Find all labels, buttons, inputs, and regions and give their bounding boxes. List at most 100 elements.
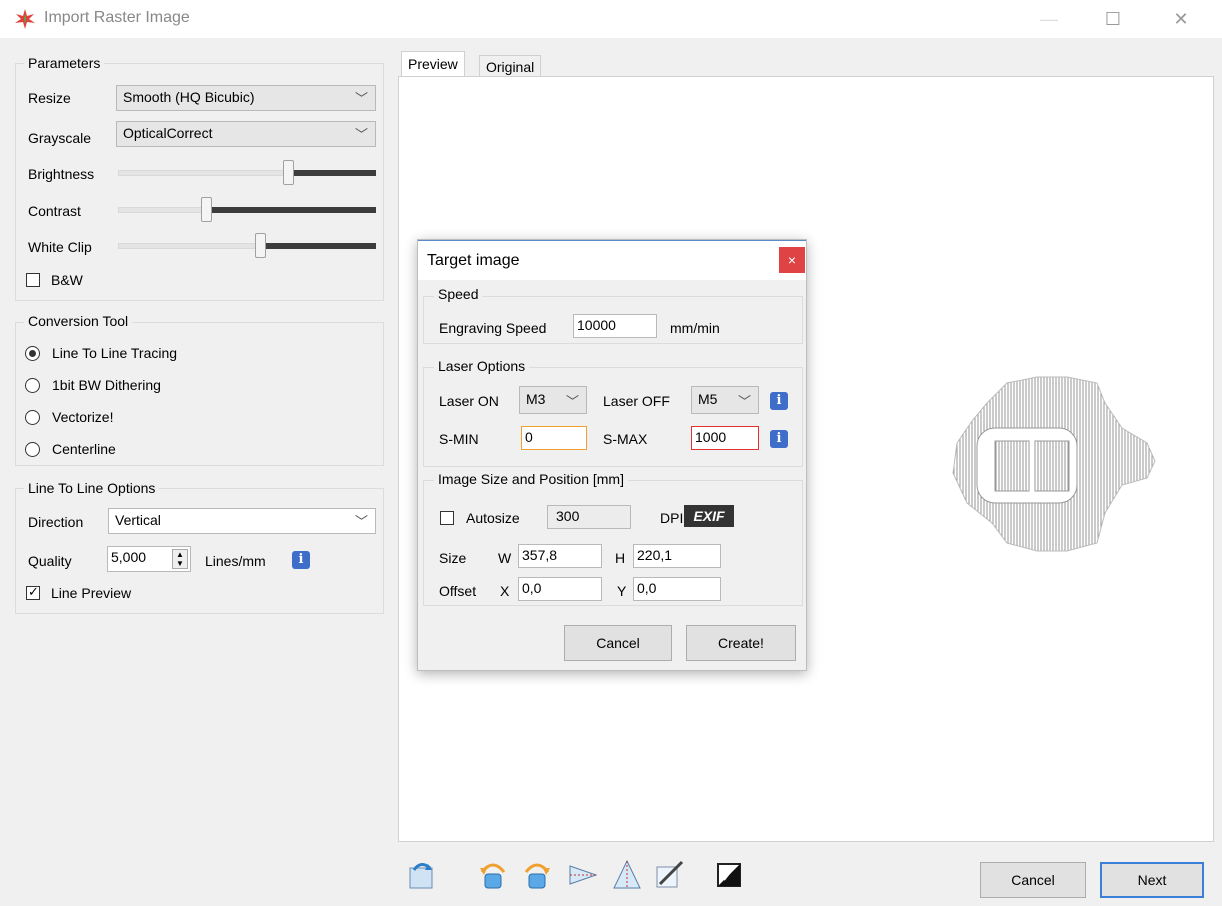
quality-stepper[interactable]: 5,000 ▲ ▼ <box>107 546 191 572</box>
option-line-to-line-label: Line To Line Tracing <box>52 345 178 361</box>
autosize-checkbox[interactable] <box>440 511 454 525</box>
speed-title: Speed <box>434 286 483 302</box>
smin-label: S-MIN <box>439 431 479 447</box>
maximize-button[interactable]: ☐ <box>1090 0 1136 38</box>
invert-icon[interactable] <box>712 858 746 892</box>
bw-label: B&W <box>51 272 83 288</box>
laser-options-title: Laser Options <box>434 358 530 374</box>
target-image-dialog: Target image × Speed Engraving Speed 100… <box>417 239 807 671</box>
contrast-label: Contrast <box>28 203 81 219</box>
dialog-close-button[interactable]: × <box>779 247 805 273</box>
create-button[interactable]: Create! <box>686 625 796 661</box>
option-1bit-dithering-label: 1bit BW Dithering <box>52 377 161 393</box>
minimize-button[interactable]: — <box>1026 0 1072 38</box>
app-logo-icon <box>15 9 35 29</box>
conversion-tool-title: Conversion Tool <box>24 313 133 329</box>
width-input[interactable]: 357,8 <box>518 544 602 568</box>
laser-on-value: M3 <box>526 391 546 407</box>
resize-select[interactable]: Smooth (HQ Bicubic) ﹀ <box>116 85 376 111</box>
laser-on-select[interactable]: M3 ﹀ <box>519 386 587 414</box>
smax-info-icon[interactable]: i <box>770 430 788 448</box>
laser-off-select[interactable]: M5 ﹀ <box>691 386 759 414</box>
close-window-button[interactable]: ✕ <box>1158 0 1204 38</box>
quality-unit: Lines/mm <box>205 553 266 569</box>
offset-x-input[interactable]: 0,0 <box>518 577 602 601</box>
chevron-down-icon: ﹀ <box>354 127 368 142</box>
quality-value: 5,000 <box>111 549 147 565</box>
line-preview-label: Line Preview <box>51 585 132 601</box>
direction-select[interactable]: Vertical ﹀ <box>108 508 376 534</box>
grayscale-select[interactable]: OpticalCorrect ﹀ <box>116 121 376 147</box>
quality-info-icon[interactable]: i <box>292 551 310 569</box>
cancel-button[interactable]: Cancel <box>980 862 1086 898</box>
rotate-cw-icon[interactable] <box>520 858 554 892</box>
image-size-title: Image Size and Position [mm] <box>434 471 628 487</box>
chevron-down-icon: ﹀ <box>737 394 751 409</box>
checkmark-icon: ✓ <box>28 584 39 599</box>
smin-input[interactable]: 0 <box>521 426 587 450</box>
radio-1bit-dithering[interactable] <box>25 378 40 393</box>
direction-label: Direction <box>28 514 84 530</box>
resize-label: Resize <box>28 90 71 106</box>
maximize-icon: ☐ <box>1104 8 1122 29</box>
bw-checkbox[interactable] <box>26 273 40 287</box>
exif-button[interactable]: EXIF <box>684 505 734 527</box>
height-label: H <box>615 550 626 566</box>
contrast-slider[interactable] <box>118 197 376 223</box>
rotate-ccw-icon[interactable] <box>476 858 510 892</box>
quality-label: Quality <box>28 553 72 569</box>
window-title: Import Raster Image <box>44 9 190 26</box>
stepper-arrows-icon[interactable]: ▲ ▼ <box>172 549 188 569</box>
offset-x-label: X <box>500 583 510 599</box>
chevron-down-icon: ﹀ <box>354 514 368 529</box>
radio-line-to-line[interactable] <box>25 346 40 361</box>
line-options-title: Line To Line Options <box>24 480 160 496</box>
brightness-label: Brightness <box>28 166 95 182</box>
whiteclip-slider[interactable] <box>118 233 376 259</box>
laser-off-label: Laser OFF <box>603 393 670 409</box>
minimize-icon: — <box>1040 8 1058 29</box>
option-centerline-label: Centerline <box>52 441 116 457</box>
radio-selected-dot <box>29 350 36 357</box>
chevron-down-icon: ﹀ <box>565 394 579 409</box>
laser-options-group <box>423 367 803 467</box>
offset-y-input[interactable]: 0,0 <box>633 577 721 601</box>
dpi-label: DPI <box>660 510 684 526</box>
engraving-speed-label: Engraving Speed <box>439 320 547 336</box>
tab-original[interactable]: Original <box>479 55 542 77</box>
dialog-title: Target image <box>427 252 520 269</box>
contrast-slider-thumb[interactable] <box>201 197 212 222</box>
radio-centerline[interactable] <box>25 442 40 457</box>
flip-horizontal-icon[interactable] <box>566 858 600 892</box>
resize-value: Smooth (HQ Bicubic) <box>123 89 255 105</box>
grayscale-value: OpticalCorrect <box>123 125 213 141</box>
width-label: W <box>498 550 512 566</box>
chevron-down-icon: ﹀ <box>354 91 368 106</box>
option-vectorize-label: Vectorize! <box>52 409 114 425</box>
parameters-title: Parameters <box>24 55 105 71</box>
engraving-speed-input[interactable]: 10000 <box>573 314 657 338</box>
close-icon: ✕ <box>1173 8 1189 29</box>
crop-icon[interactable] <box>652 858 686 892</box>
direction-value: Vertical <box>115 512 161 528</box>
image-size-group <box>423 480 803 606</box>
next-button[interactable]: Next <box>1100 862 1204 898</box>
height-input[interactable]: 220,1 <box>633 544 721 568</box>
smax-label: S-MAX <box>603 431 648 447</box>
dialog-title-bar: Target image × <box>418 240 806 280</box>
dialog-cancel-button[interactable]: Cancel <box>564 625 672 661</box>
tab-preview[interactable]: Preview <box>401 51 465 77</box>
laser-info-icon[interactable]: i <box>770 392 788 410</box>
smax-input[interactable]: 1000 <box>691 426 759 450</box>
close-icon: × <box>787 252 797 268</box>
line-preview-checkbox[interactable]: ✓ <box>26 584 40 600</box>
whiteclip-slider-thumb[interactable] <box>255 233 266 258</box>
brightness-slider[interactable] <box>118 160 376 186</box>
flip-vertical-icon[interactable] <box>610 858 644 892</box>
offset-label: Offset <box>439 583 477 599</box>
brightness-slider-thumb[interactable] <box>283 160 294 185</box>
radio-vectorize[interactable] <box>25 410 40 425</box>
dpi-input: 300 <box>547 505 631 529</box>
speed-unit: mm/min <box>670 320 720 336</box>
reload-icon[interactable] <box>404 858 438 892</box>
